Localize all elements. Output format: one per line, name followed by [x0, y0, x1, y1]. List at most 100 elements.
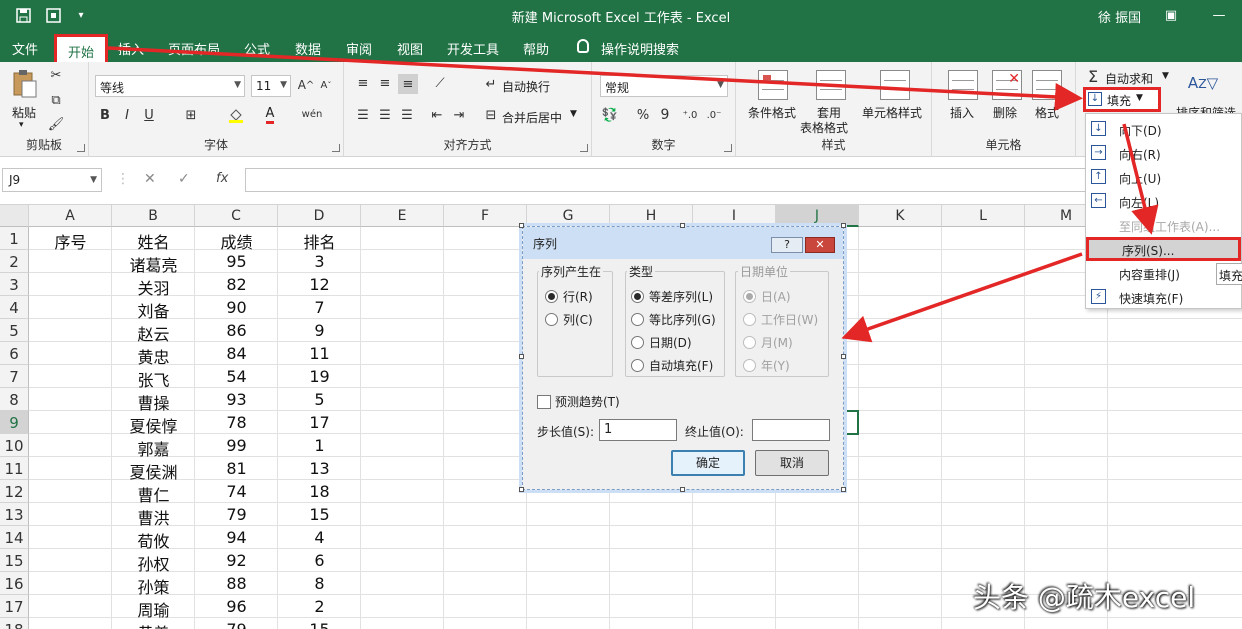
tab-file[interactable]: 文件: [4, 34, 46, 62]
row-header[interactable]: 18: [0, 618, 29, 629]
wrap-text-icon[interactable]: ↵: [482, 75, 500, 93]
table-cell[interactable]: 90: [195, 296, 278, 319]
table-cell[interactable]: [29, 296, 112, 319]
fill-menu-item[interactable]: → 向右(R): [1086, 141, 1241, 165]
underline-button[interactable]: U: [141, 106, 157, 124]
table-cell[interactable]: 79: [195, 618, 278, 629]
table-cell[interactable]: 86: [195, 319, 278, 342]
align-bottom-icon[interactable]: ≡: [398, 74, 418, 94]
table-cell[interactable]: 8: [278, 572, 361, 595]
tab-home[interactable]: 开始: [54, 34, 108, 62]
help-button[interactable]: ?: [771, 237, 803, 253]
table-cell[interactable]: 关羽: [112, 273, 195, 298]
table-cell[interactable]: 54: [195, 365, 278, 388]
row-header[interactable]: 17: [0, 595, 29, 618]
name-box[interactable]: J9 ▼: [2, 168, 102, 192]
column-header[interactable]: G: [527, 205, 610, 227]
fill-menu-item[interactable]: ← 向左(L): [1086, 189, 1241, 213]
font-dialog-launcher-icon[interactable]: [332, 144, 340, 152]
table-cell[interactable]: 5: [278, 388, 361, 411]
row-header[interactable]: 1: [0, 227, 29, 250]
ok-button[interactable]: 确定: [671, 450, 745, 476]
fill-color-icon[interactable]: [227, 106, 245, 124]
decrease-indent-icon[interactable]: ⇤: [428, 106, 446, 124]
cancel-button[interactable]: 取消: [755, 450, 829, 476]
table-cell[interactable]: [29, 250, 112, 273]
bold-button[interactable]: B: [97, 106, 113, 124]
column-header[interactable]: A: [29, 205, 112, 227]
row-header[interactable]: 3: [0, 273, 29, 296]
table-cell[interactable]: 曹洪: [112, 503, 195, 528]
orientation-icon[interactable]: ⟋: [430, 74, 450, 92]
table-cell[interactable]: 成绩: [195, 227, 278, 252]
increase-indent-icon[interactable]: ⇥: [450, 106, 468, 124]
table-cell[interactable]: 排名: [278, 227, 361, 252]
row-header[interactable]: 13: [0, 503, 29, 526]
table-cell[interactable]: 81: [195, 457, 278, 480]
table-cell[interactable]: [29, 595, 112, 618]
paste-label[interactable]: 粘贴: [12, 104, 36, 121]
merge-center-icon[interactable]: ⊟: [482, 106, 500, 124]
row-header[interactable]: 9: [0, 411, 29, 434]
tab-formulas[interactable]: 公式: [238, 34, 276, 62]
fill-menu-item[interactable]: ⚡ 快速填充(F): [1086, 285, 1241, 309]
insert-function-icon[interactable]: fx: [216, 171, 228, 186]
column-header[interactable]: J: [776, 205, 859, 227]
type-linear-radio[interactable]: 等差序列(L): [631, 288, 713, 305]
font-size-combo[interactable]: 11 ▼: [251, 75, 291, 97]
cut-icon[interactable]: ✂: [48, 67, 64, 83]
table-cell[interactable]: 3: [278, 250, 361, 273]
table-cell[interactable]: [29, 342, 112, 365]
grow-font-icon[interactable]: A ^: [297, 76, 315, 94]
table-cell[interactable]: 15: [278, 503, 361, 526]
autosum-icon[interactable]: Σ: [1084, 67, 1102, 86]
table-cell[interactable]: 74: [195, 480, 278, 503]
resize-handle[interactable]: [519, 354, 524, 359]
table-cell[interactable]: 黄盖: [112, 618, 195, 629]
align-left-icon[interactable]: ☰: [354, 106, 372, 124]
italic-button[interactable]: I: [119, 106, 135, 124]
table-cell[interactable]: 19: [278, 365, 361, 388]
trend-checkbox[interactable]: 预测趋势(T): [537, 393, 620, 410]
cell-styles-button[interactable]: 单元格样式: [862, 104, 922, 121]
table-cell[interactable]: 12: [278, 273, 361, 296]
number-dialog-launcher-icon[interactable]: [724, 144, 732, 152]
table-cell[interactable]: 诸葛亮: [112, 250, 195, 275]
row-header[interactable]: 4: [0, 296, 29, 319]
tab-insert[interactable]: 插入: [112, 34, 150, 62]
resize-handle[interactable]: [841, 223, 846, 228]
autosum-button[interactable]: 自动求和: [1105, 70, 1153, 87]
table-cell[interactable]: [29, 434, 112, 457]
row-header[interactable]: 11: [0, 457, 29, 480]
table-cell[interactable]: 7: [278, 296, 361, 319]
type-autofill-radio[interactable]: 自动填充(F): [631, 357, 713, 374]
series-in-row-radio[interactable]: 行(R): [545, 288, 593, 305]
fill-button[interactable]: ↓ 填充 ▼: [1083, 87, 1161, 112]
resize-handle[interactable]: [841, 354, 846, 359]
align-right-icon[interactable]: ☰: [398, 106, 416, 124]
table-cell[interactable]: 84: [195, 342, 278, 365]
row-header[interactable]: 14: [0, 526, 29, 549]
border-icon[interactable]: ⊞: [183, 106, 199, 124]
copy-icon[interactable]: ⧉: [48, 92, 64, 108]
column-header[interactable]: L: [942, 205, 1025, 227]
table-cell[interactable]: 93: [195, 388, 278, 411]
table-cell[interactable]: [29, 457, 112, 480]
table-cell[interactable]: 17: [278, 411, 361, 434]
paste-dropdown-icon[interactable]: ▾: [19, 120, 24, 130]
delete-cells-button[interactable]: 删除: [993, 104, 1017, 121]
fill-menu-item[interactable]: 序列(S)...: [1086, 237, 1241, 261]
resize-handle[interactable]: [841, 487, 846, 492]
resize-handle[interactable]: [680, 487, 685, 492]
chevron-down-icon[interactable]: ▼: [570, 109, 577, 119]
column-header[interactable]: I: [693, 205, 776, 227]
cell-styles-icon[interactable]: [880, 70, 910, 100]
sort-filter-icon[interactable]: A Z ▽: [1188, 68, 1218, 98]
table-cell[interactable]: 周瑜: [112, 595, 195, 620]
tab-review[interactable]: 审阅: [339, 34, 379, 62]
column-header[interactable]: B: [112, 205, 195, 227]
table-cell[interactable]: [29, 526, 112, 549]
column-header[interactable]: K: [859, 205, 942, 227]
format-cells-icon[interactable]: [1032, 70, 1062, 100]
table-cell[interactable]: 刘备: [112, 296, 195, 321]
